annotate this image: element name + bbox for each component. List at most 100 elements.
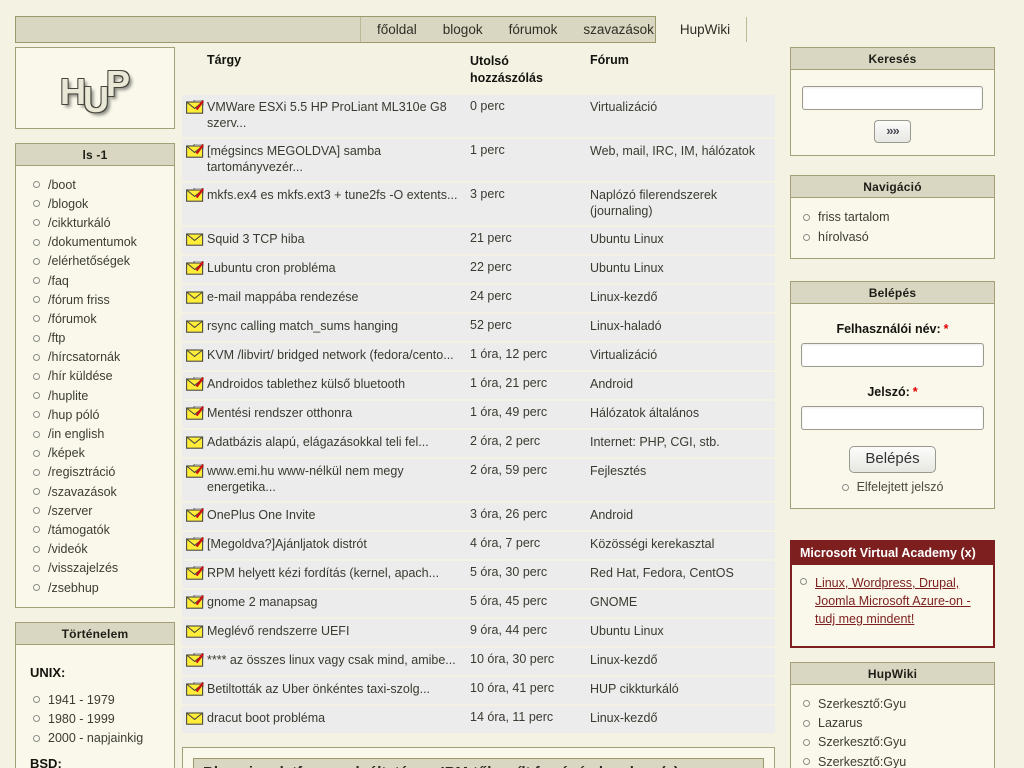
topic-status-cell <box>182 652 207 670</box>
forum-link[interactable]: Közösségi kerekasztal <box>590 536 775 553</box>
sidebar-menu-link[interactable]: /fórum friss <box>48 293 110 307</box>
forum-link[interactable]: Ubuntu Linux <box>590 231 775 248</box>
sidebar-menu-link[interactable]: /támogatók <box>48 523 110 537</box>
topic-link[interactable]: Mentési rendszer otthonra <box>207 405 470 422</box>
sidebar-menu-link[interactable]: /huplite <box>48 389 88 403</box>
topic-link[interactable]: OnePlus One Invite <box>207 507 470 524</box>
last-post-time: 4 óra, 7 perc <box>470 536 590 550</box>
navigation-link[interactable]: friss tartalom <box>818 210 890 224</box>
topic-link[interactable]: [mégsincs MEGOLDVA] samba tartományvezér… <box>207 143 470 176</box>
forum-topic-row: rsync calling match_sums hanging 52 perc… <box>182 314 775 343</box>
sidebar-menu-link[interactable]: /boot <box>48 178 76 192</box>
navigation-link[interactable]: hírolvasó <box>818 230 869 244</box>
username-field[interactable] <box>801 343 984 367</box>
hup-logo-box[interactable]: H U P <box>15 47 175 129</box>
hupwiki-link[interactable]: Lazarus <box>818 716 862 730</box>
sidebar-menu-link[interactable]: /faq <box>48 274 69 288</box>
sidebar-menu-link[interactable]: /zsebhup <box>48 581 99 595</box>
topic-link[interactable]: rsync calling match_sums hanging <box>207 318 470 335</box>
forum-link[interactable]: GNOME <box>590 594 775 611</box>
bullet-circle-icon <box>33 258 40 265</box>
topic-link[interactable]: gnome 2 manapsag <box>207 594 470 611</box>
forum-link[interactable]: Virtualizáció <box>590 347 775 364</box>
nav-link-fooldal[interactable]: főoldal <box>377 22 417 37</box>
login-submit-button[interactable]: Belépés <box>849 446 935 473</box>
mva-ad-link[interactable]: Linux, Wordpress, Drupal, Joomla Microso… <box>815 574 985 628</box>
topic-status-cell <box>182 231 207 249</box>
sidebar-menu-link[interactable]: /blogok <box>48 197 88 211</box>
envelope-icon <box>186 711 204 725</box>
sidebar-menu-link[interactable]: /regisztráció <box>48 465 115 479</box>
topic-link[interactable]: [Megoldva?]Ajánljatok distrót <box>207 536 470 553</box>
sidebar-menu-link[interactable]: /hír küldése <box>48 369 113 383</box>
sidebar-menu-link[interactable]: /ftp <box>48 331 65 345</box>
topic-link[interactable]: www.emi.hu www-nélkül nem megy energetik… <box>207 463 470 496</box>
sidebar-menu-link[interactable]: /visszajelzés <box>48 561 118 575</box>
topic-link[interactable]: Betiltották az Uber önkéntes taxi-szolg.… <box>207 681 470 698</box>
forum-link[interactable]: Ubuntu Linux <box>590 623 775 640</box>
sidebar-menu-link[interactable]: /dokumentumok <box>48 235 137 249</box>
sidebar-menu-link[interactable]: /in english <box>48 427 104 441</box>
nav-link-hupwiki[interactable]: HupWiki <box>680 22 730 37</box>
forum-link[interactable]: Web, mail, IRC, IM, hálózatok <box>590 143 775 160</box>
topic-link[interactable]: RPM helyett kézi fordítás (kernel, apach… <box>207 565 470 582</box>
forum-link[interactable]: Linux-kezdő <box>590 652 775 669</box>
topic-link[interactable]: dracut boot probléma <box>207 710 470 727</box>
forum-link[interactable]: Naplózó filerendszerek (journaling) <box>590 187 775 220</box>
topic-link[interactable]: Squid 3 TCP hiba <box>207 231 470 248</box>
forum-link[interactable]: Hálózatok általános <box>590 405 775 422</box>
forum-link[interactable]: Linux-haladó <box>590 318 775 335</box>
forum-link[interactable]: Internet: PHP, CGI, stb. <box>590 434 775 451</box>
mva-ad-title: Microsoft Virtual Academy (x) <box>792 542 993 565</box>
forum-link[interactable]: Linux-kezdő <box>590 289 775 306</box>
hupwiki-link[interactable]: Szerkesztő:Gyu <box>818 755 906 768</box>
history-body: UNIX: 1941 - 1979 1980 - 1999 <box>16 645 174 768</box>
forum-link[interactable]: Linux-kezdő <box>590 710 775 727</box>
forum-link[interactable]: Android <box>590 376 775 393</box>
sidebar-menu-link[interactable]: /fórumok <box>48 312 97 326</box>
forum-link[interactable]: Red Hat, Fedora, CentOS <box>590 565 775 582</box>
nav-link-forumok[interactable]: fórumok <box>509 22 558 37</box>
topic-link[interactable]: Androidos tablethez külső bluetooth <box>207 376 470 393</box>
hupwiki-link[interactable]: Szerkesztő:Gyu <box>818 735 906 749</box>
topic-link[interactable]: KVM /libvirt/ bridged network (fedora/ce… <box>207 347 470 364</box>
forum-link[interactable]: Virtualizáció <box>590 99 775 116</box>
forum-link[interactable]: Ubuntu Linux <box>590 260 775 277</box>
topic-link[interactable]: **** az összes linux vagy csak mind, ami… <box>207 652 470 669</box>
sidebar-menu-link[interactable]: /videók <box>48 542 88 556</box>
article-title-link[interactable]: Bluemix: platformszolgáltatás az IBM-től… <box>203 764 679 768</box>
forum-topic-row: VMWare ESXi 5.5 HP ProLiant ML310e G8 sz… <box>182 95 775 139</box>
forgot-password-link[interactable]: Elfelejtett jelszó <box>857 480 944 494</box>
topic-link[interactable]: Adatbázis alapú, elágazásokkal teli fel.… <box>207 434 470 451</box>
nav-link-blogok[interactable]: blogok <box>443 22 483 37</box>
history-period-link[interactable]: 1980 - 1999 <box>48 712 115 726</box>
topic-link[interactable]: VMWare ESXi 5.5 HP ProLiant ML310e G8 sz… <box>207 99 470 132</box>
sidebar-menu-link[interactable]: /hup póló <box>48 408 99 422</box>
history-period-link[interactable]: 2000 - napjainkig <box>48 731 143 745</box>
sidebar-menu-link[interactable]: /szavazások <box>48 485 117 499</box>
forum-link[interactable]: Fejlesztés <box>590 463 775 480</box>
hup-logo: H U P <box>60 70 130 106</box>
sidebar-menu-link[interactable]: /szerver <box>48 504 92 518</box>
sidebar-menu-link[interactable]: /elérhetőségek <box>48 254 130 268</box>
sidebar-menu-link[interactable]: /képek <box>48 446 85 460</box>
nav-link-szavazasok[interactable]: szavazások <box>583 22 654 37</box>
forum-link[interactable]: HUP cikkturkáló <box>590 681 775 698</box>
bullet-circle-icon <box>803 758 810 765</box>
forum-link[interactable]: Android <box>590 507 775 524</box>
username-label-text: Felhasználói név: <box>836 322 940 336</box>
topic-link[interactable]: e-mail mappába rendezése <box>207 289 470 306</box>
topic-link[interactable]: Meglévő rendszerre UEFI <box>207 623 470 640</box>
topic-link[interactable]: Lubuntu cron probléma <box>207 260 470 277</box>
search-input[interactable] <box>802 86 983 110</box>
history-period-link[interactable]: 1941 - 1979 <box>48 693 115 707</box>
password-field[interactable] <box>801 406 984 430</box>
search-submit-button[interactable]: »» <box>874 120 910 143</box>
sidebar-menu-item: /hír küldése <box>16 367 174 386</box>
hupwiki-link[interactable]: Szerkesztő:Gyu <box>818 697 906 711</box>
sidebar-menu-link[interactable]: /hírcsatornák <box>48 350 120 364</box>
envelope-icon <box>186 537 204 551</box>
last-post-time: 52 perc <box>470 318 590 332</box>
topic-link[interactable]: mkfs.ex4 es mkfs.ext3 + tune2fs -O exten… <box>207 187 470 204</box>
sidebar-menu-link[interactable]: /cikkturkáló <box>48 216 111 230</box>
